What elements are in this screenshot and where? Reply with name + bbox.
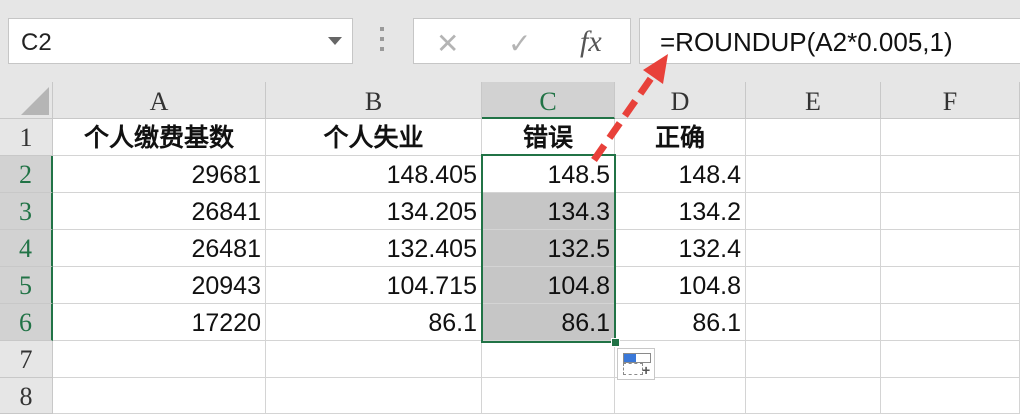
chevron-down-icon[interactable] [328,37,342,45]
cell-e7[interactable] [746,341,881,378]
cell-e2[interactable] [746,156,881,193]
row-header-4[interactable]: 4 [0,230,53,267]
row-header-2[interactable]: 2 [0,156,53,193]
cell-b3[interactable]: 134.205 [266,193,482,230]
cell-d5[interactable]: 104.8 [615,267,746,304]
cell-e5[interactable] [746,267,881,304]
cell-e8[interactable] [746,378,881,414]
cell-c2[interactable]: 148.5 [482,156,615,193]
cell-e1[interactable] [746,119,881,156]
cell-c7[interactable] [482,341,615,378]
cell-b5[interactable]: 104.715 [266,267,482,304]
row-header-7[interactable]: 7 [0,341,53,378]
quick-analysis-button[interactable]: + [617,348,655,380]
cell-e4[interactable] [746,230,881,267]
name-box-value: C2 [21,29,52,56]
name-box[interactable]: C2 [8,18,353,64]
column-header-e[interactable]: E [746,82,881,119]
column-header-c[interactable]: C [482,82,615,119]
row-header-6[interactable]: 6 [0,304,53,341]
cell-a4[interactable]: 26481 [53,230,266,267]
cell-c8[interactable] [482,378,615,414]
spreadsheet-grid: A B C D E F 1 2 3 4 5 6 7 8 个人缴费基数 个人失业 … [0,82,1020,414]
cell-a1[interactable]: 个人缴费基数 [53,119,266,156]
cell-c3[interactable]: 134.3 [482,193,615,230]
cell-f4[interactable] [881,230,1020,267]
formula-text: =ROUNDUP(A2*0.005,1) [660,27,953,57]
cell-b2[interactable]: 148.405 [266,156,482,193]
column-header-d[interactable]: D [615,82,746,119]
cell-f7[interactable] [881,341,1020,378]
cell-b6[interactable]: 86.1 [266,304,482,341]
formula-bar: C2 ✕ ✓ fx =ROUNDUP(A2*0.005,1) [0,0,1020,82]
cell-a7[interactable] [53,341,266,378]
row-header-3[interactable]: 3 [0,193,53,230]
cell-b4[interactable]: 132.405 [266,230,482,267]
cell-d3[interactable]: 134.2 [615,193,746,230]
column-header-a[interactable]: A [53,82,266,119]
cell-b1[interactable]: 个人失业 [266,119,482,156]
cancel-icon[interactable]: ✕ [436,27,459,60]
cell-d8[interactable] [615,378,746,414]
cell-d2[interactable]: 148.4 [615,156,746,193]
cell-f1[interactable] [881,119,1020,156]
insert-function-icon[interactable]: fx [580,25,602,59]
cell-e6[interactable] [746,304,881,341]
formula-input[interactable]: =ROUNDUP(A2*0.005,1) [639,18,1020,64]
cell-b8[interactable] [266,378,482,414]
formula-buttons: ✕ ✓ fx [413,18,631,64]
cell-d6[interactable]: 86.1 [615,304,746,341]
cell-f6[interactable] [881,304,1020,341]
cell-a3[interactable]: 26841 [53,193,266,230]
cell-d1[interactable]: 正确 [615,119,746,156]
column-header-f[interactable]: F [881,82,1020,119]
cell-b7[interactable] [266,341,482,378]
select-all-button[interactable] [0,82,53,119]
row-header-8[interactable]: 8 [0,378,53,414]
column-header-b[interactable]: B [266,82,482,119]
cell-c5[interactable]: 104.8 [482,267,615,304]
enter-icon[interactable]: ✓ [508,27,531,60]
cell-d4[interactable]: 132.4 [615,230,746,267]
cell-a5[interactable]: 20943 [53,267,266,304]
cell-e3[interactable] [746,193,881,230]
cell-f3[interactable] [881,193,1020,230]
fill-handle[interactable] [611,338,620,347]
cell-a8[interactable] [53,378,266,414]
cell-a6[interactable]: 17220 [53,304,266,341]
grip-dots-icon [380,27,384,55]
cell-f5[interactable] [881,267,1020,304]
cell-a2[interactable]: 29681 [53,156,266,193]
cell-c6[interactable]: 86.1 [482,304,615,341]
row-header-1[interactable]: 1 [0,119,53,156]
row-header-5[interactable]: 5 [0,267,53,304]
cell-c4[interactable]: 132.5 [482,230,615,267]
cell-f2[interactable] [881,156,1020,193]
cell-f8[interactable] [881,378,1020,414]
cell-c1[interactable]: 错误 [482,119,615,156]
